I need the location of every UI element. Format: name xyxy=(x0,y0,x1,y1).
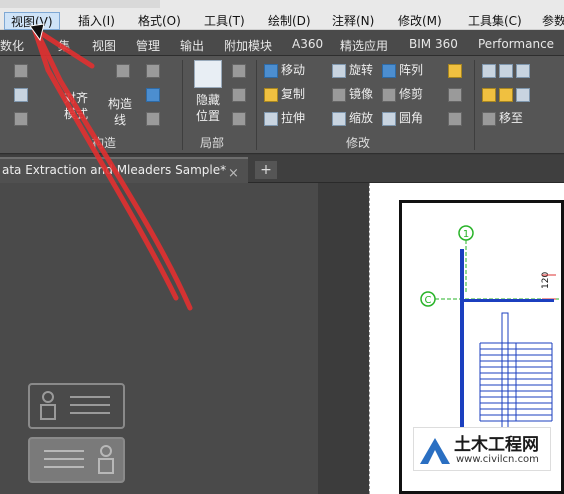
red-arrow-annotation xyxy=(29,23,193,311)
watermark-logo xyxy=(420,438,450,464)
watermark-title: 土木工程网 xyxy=(454,435,539,455)
watermark: 土木工程网 www.civilcn.com xyxy=(413,427,551,471)
watermark-url: www.civilcn.com xyxy=(456,454,539,465)
